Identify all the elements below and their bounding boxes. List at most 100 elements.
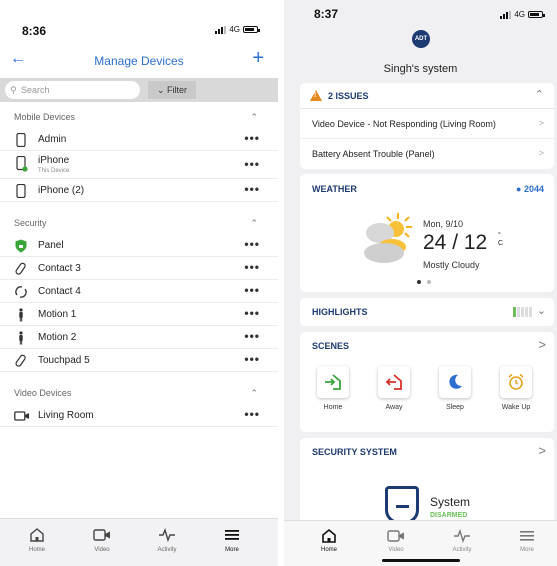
chevron-up-icon[interactable]: ⌃ [250,212,258,234]
tab-more[interactable]: More [502,527,552,553]
scene-label: Wake Up [501,404,531,411]
device-row-panel[interactable]: Panel ••• [0,234,278,257]
tab-label: Video [388,547,404,553]
scenes-title: SCENES [312,341,350,351]
tab-video[interactable]: Video [77,525,127,553]
device-label: Contact 3 [38,263,81,274]
section-header-mobile-devices[interactable]: Mobile Devices ⌃ [0,106,278,128]
weather-card[interactable]: WEATHER ● 2044 Mon, 9/10 24 / 12 ° C Most… [300,174,554,292]
filter-button[interactable]: ⌄ Filter [148,81,196,99]
more-options-icon[interactable]: ••• [244,182,260,196]
weather-location[interactable]: ● 2044 [516,184,544,194]
more-options-icon[interactable]: ••• [244,237,260,251]
more-options-icon[interactable]: ••• [244,283,260,297]
issue-text: Video Device - Not Responding (Living Ro… [312,119,496,129]
weather-temperature: 24 / 12 [423,231,488,254]
chevron-up-icon[interactable]: ⌃ [250,106,258,128]
search-placeholder: Search [21,85,50,95]
highlights-card[interactable]: HIGHLIGHTS ⌄ [300,298,554,326]
battery-icon [528,11,545,18]
device-label: iPhone [38,155,70,166]
tab-home[interactable]: Home [304,527,354,553]
more-options-icon[interactable]: ••• [244,352,260,366]
camera-icon [387,530,404,542]
device-label: Living Room [38,410,94,421]
home-icon [322,528,336,543]
menu-icon [520,531,534,541]
scene-wake-up-button[interactable]: Wake Up [496,366,536,411]
activity-icon [454,529,470,543]
status-indicators: 4G [500,10,545,19]
tab-label: Activity [157,547,177,553]
device-row-touchpad-5[interactable]: Touchpad 5 ••• [0,349,278,372]
device-row-living-room[interactable]: Living Room ••• [0,404,278,427]
tab-video[interactable]: Video [371,527,421,553]
tab-label: More [225,547,239,553]
section-header-security[interactable]: Security ⌃ [0,212,278,234]
device-row-iphone[interactable]: iPhone This Device ••• [0,151,278,179]
more-options-icon[interactable]: ••• [244,306,260,320]
plus-icon[interactable]: + [252,47,264,70]
search-bar: ⚲ Search ⌄ Filter [0,78,278,102]
device-row-contact-4[interactable]: Contact 4 ••• [0,280,278,303]
security-state: DISARMED [430,512,468,519]
home-indicator[interactable] [382,559,460,562]
chevron-right-icon[interactable]: > [538,337,546,352]
issues-header[interactable]: ! 2 ISSUES ⌃ [300,83,554,109]
chevron-up-icon[interactable]: ⌃ [250,382,258,404]
scene-sleep-button[interactable]: Sleep [435,366,475,411]
chevron-right-icon: > [538,118,544,128]
system-name[interactable]: Singh's system [284,63,557,75]
device-row-motion-2[interactable]: Motion 2 ••• [0,326,278,349]
scene-away-button[interactable]: Away [374,366,414,411]
more-options-icon[interactable]: ••• [244,407,260,421]
more-options-icon[interactable]: ••• [244,131,260,145]
phone-icon [16,184,26,198]
tab-bar: Home Video Activity More [284,520,557,566]
tab-label: Activity [452,547,472,553]
chevron-right-icon[interactable]: > [538,443,546,458]
security-system-card[interactable]: SECURITY SYSTEM > System DISARMED [300,438,554,528]
touchpad-icon [15,354,26,367]
shield-icon [15,239,27,253]
tab-home[interactable]: Home [12,525,62,553]
scenes-card: SCENES > Home Away Sleep Wake Up [300,332,554,432]
chevron-down-icon[interactable]: ⌄ [537,304,546,317]
search-input[interactable]: ⚲ Search [5,81,140,99]
camera-icon [93,529,110,541]
tab-more[interactable]: More [207,525,257,553]
issue-row[interactable]: Battery Absent Trouble (Panel) > [300,139,554,169]
more-options-icon[interactable]: ••• [244,260,260,274]
security-title: SECURITY SYSTEM [312,447,397,457]
issue-text: Battery Absent Trouble (Panel) [312,149,435,159]
network-label: 4G [514,10,525,19]
tab-activity[interactable]: Activity [142,525,192,553]
device-row-contact-3[interactable]: Contact 3 ••• [0,257,278,280]
more-options-icon[interactable]: ••• [244,329,260,343]
device-label: Touchpad 5 [38,355,90,366]
page-indicator[interactable] [417,280,431,284]
moon-icon [449,374,462,389]
device-row-iphone-2[interactable]: iPhone (2) ••• [0,179,278,202]
signal-icon [500,10,512,19]
highlights-bars-icon [513,307,532,317]
adt-logo: ADT [412,30,430,48]
section-header-video-devices[interactable]: Video Devices ⌃ [0,382,278,404]
chevron-down-icon: ⌄ [156,85,165,95]
device-row-motion-1[interactable]: Motion 1 ••• [0,303,278,326]
phone-icon [16,156,28,172]
filter-label: Filter [167,85,188,95]
device-label: Contact 4 [38,286,81,297]
chevron-up-icon[interactable]: ⌃ [535,88,544,101]
scene-home-button[interactable]: Home [313,366,353,411]
device-row-admin[interactable]: Admin ••• [0,128,278,151]
issue-row[interactable]: Video Device - Not Responding (Living Ro… [300,109,554,139]
home-icon [30,528,44,542]
more-options-icon[interactable]: ••• [244,157,260,171]
section-title: Mobile Devices [14,112,76,122]
status-indicators: 4G [215,25,260,34]
nav-bar: ← Manage Devices + [0,47,278,72]
tab-activity[interactable]: Activity [437,527,487,553]
menu-icon [225,530,239,540]
scene-label: Away [385,404,403,411]
